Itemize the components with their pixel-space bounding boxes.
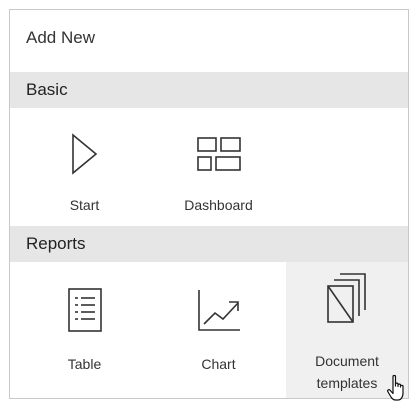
section-header-basic: Basic [10,72,408,108]
tile-start-label: Start [69,197,100,213]
table-list-icon [37,286,132,334]
tile-table[interactable]: Table [37,272,132,372]
section-header-reports: Reports [10,226,408,262]
section-title-reports: Reports [26,234,86,253]
play-triangle-icon [37,130,132,178]
tile-chart-label: Chart [201,356,236,372]
tile-start[interactable]: Start [37,120,132,218]
line-chart-icon [171,286,266,334]
tile-dashboard[interactable]: Dashboard [171,120,266,218]
add-new-panel: Add New Basic Start Dashboard Reports Ta… [9,9,409,399]
tile-document-templates-label-line1: Document [315,353,379,369]
dashboard-grid-icon [171,130,266,178]
section-title-basic: Basic [26,80,68,99]
tile-table-label: Table [67,356,102,372]
tile-chart[interactable]: Chart [171,272,266,372]
document-templates-icon [286,273,408,323]
panel-title: Add New [26,28,95,47]
hand-pointer-cursor-icon [386,374,410,404]
tile-dashboard-label: Dashboard [184,197,253,213]
